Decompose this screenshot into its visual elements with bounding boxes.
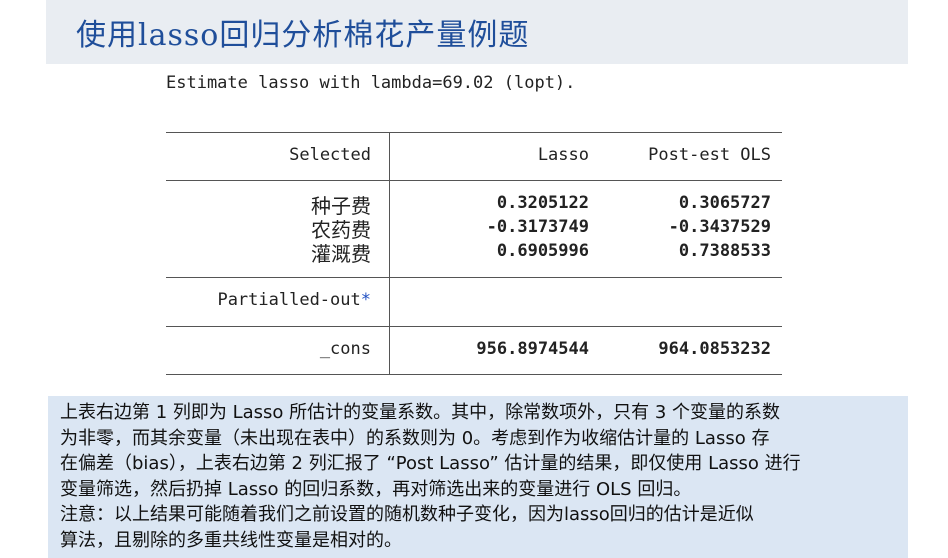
cons-label: _cons [319, 339, 371, 359]
rows-rule [166, 277, 782, 278]
partialled-out-label: Partialled-out* [217, 290, 371, 310]
header-selected: Selected [289, 145, 371, 165]
title-bar: 使用lasso回归分析棉花产量例题 [46, 0, 908, 64]
partialled-out-star: * [360, 290, 371, 310]
row-seed-lasso: 0.3205122 [496, 193, 589, 213]
row-seed-ols: 0.3065727 [678, 193, 771, 213]
header-rule [166, 180, 782, 181]
note-line: 变量筛选，然后扔掉 Lasso 的回归系数，再对筛选出来的变量进行 OLS 回归… [60, 478, 692, 500]
row-irrigation-ols: 0.7388533 [678, 241, 771, 261]
partialled-rule [166, 326, 782, 327]
note-line: 注意：以上结果可能随着我们之前设置的随机数种子变化，因为lasso回归的估计是近… [60, 504, 754, 525]
header-post-est-ols: Post-est OLS [648, 145, 771, 165]
cons-ols: 964.0853232 [658, 339, 771, 359]
table-top-rule [166, 132, 782, 133]
header-lasso: Lasso [537, 145, 589, 165]
row-label-irrigation: 灌溉费 [311, 242, 371, 266]
estimate-line: Estimate lasso with lambda=69.02 (lopt). [166, 73, 576, 93]
cons-lasso: 956.8974544 [476, 339, 589, 359]
note-line: 上表右边第 1 列即为 Lasso 所估计的变量系数。其中，除常数项外，只有 3… [60, 402, 781, 423]
note-line: 为非零，而其余变量（未出现在表中）的系数则为 0。考虑到作为收缩估计量的 Las… [60, 427, 770, 449]
row-pesticide-lasso: -0.3173749 [486, 217, 589, 237]
page-title: 使用lasso回归分析棉花产量例题 [76, 18, 530, 53]
note-line: 在偏差（bias），上表右边第 2 列汇报了 “Post Lasso” 估计量的… [60, 453, 801, 474]
explanation-note: 上表右边第 1 列即为 Lasso 所估计的变量系数。其中，除常数项外，只有 3… [48, 396, 908, 558]
results-table: Selected Lasso Post-est OLS 种子费 0.320512… [166, 132, 782, 375]
table-bottom-rule [166, 374, 782, 375]
row-pesticide-ols: -0.3437529 [668, 217, 771, 237]
row-irrigation-lasso: 0.6905996 [496, 241, 589, 261]
label-column-rule [389, 132, 390, 375]
note-line: 算法，且剔除的多重共线性变量是相对的。 [60, 529, 402, 551]
partialled-out-text: Partialled-out [217, 290, 361, 310]
